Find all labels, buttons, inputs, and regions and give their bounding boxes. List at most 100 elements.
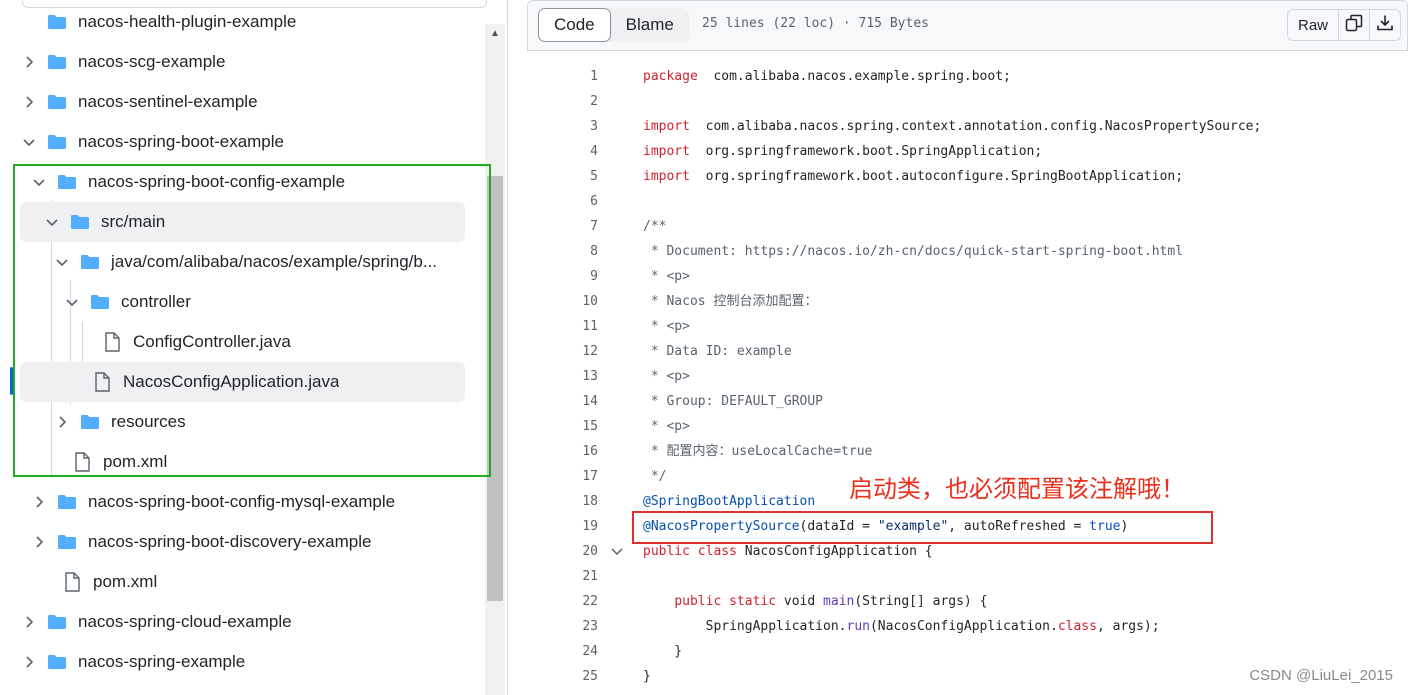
code-text: * <p> <box>643 264 690 289</box>
line-number[interactable]: 2 <box>527 89 598 114</box>
line-number[interactable]: 1 <box>527 64 598 89</box>
code-token: import <box>643 169 690 184</box>
line-number[interactable]: 9 <box>527 264 598 289</box>
line-number[interactable]: 14 <box>527 389 598 414</box>
tree-item-label: nacos-spring-boot-example <box>78 132 284 151</box>
code-token: , args); <box>1096 619 1160 634</box>
code-line: 5 import org.springframework.boot.autocon… <box>527 164 1408 189</box>
code-line: 15 * <p> <box>527 414 1408 439</box>
highlight-box-annotation <box>632 511 1213 544</box>
chevron-right-icon <box>20 96 38 108</box>
code-token: SpringApplication. <box>643 619 847 634</box>
code-token: (NacosConfigApplication. <box>869 619 1058 634</box>
tree-item-nacos-spring-boot-config-mysql-example[interactable]: nacos-spring-boot-config-mysql-example <box>30 486 465 518</box>
tree-item-label: nacos-spring-boot-config-mysql-example <box>88 492 396 511</box>
watermark: CSDN @LiuLei_2015 <box>1249 667 1393 684</box>
line-number[interactable]: 18 <box>527 489 598 514</box>
code-line: 23 SpringApplication.run(NacosConfigAppl… <box>527 614 1408 639</box>
line-number[interactable]: 22 <box>527 589 598 614</box>
tree-item-pom-xml[interactable]: pom.xml <box>53 566 465 598</box>
chevron-right-icon <box>20 616 38 628</box>
copy-raw-button[interactable] <box>1338 9 1370 41</box>
line-number[interactable]: 13 <box>527 364 598 389</box>
chevron-down-icon <box>20 137 38 147</box>
code-line: 8 * Document: https://nacos.io/zh-cn/doc… <box>527 239 1408 264</box>
code-token: * Nacos 控制台添加配置： <box>643 294 818 309</box>
line-number[interactable]: 10 <box>527 289 598 314</box>
chevron-right-icon <box>20 656 38 668</box>
code-text: public static void main(String[] args) { <box>643 589 987 614</box>
code-token: */ <box>643 469 667 484</box>
folder-icon <box>46 13 68 31</box>
tree-item-nacos-health-plugin-example[interactable]: nacos-health-plugin-example <box>20 6 465 38</box>
line-number[interactable]: 15 <box>527 414 598 439</box>
line-number[interactable]: 12 <box>527 339 598 364</box>
raw-button[interactable]: Raw <box>1286 9 1339 41</box>
code-text: * Nacos 控制台添加配置： <box>643 289 818 314</box>
line-number[interactable]: 6 <box>527 189 598 214</box>
tree-item-nacos-spring-cloud-example[interactable]: nacos-spring-cloud-example <box>20 606 465 638</box>
file-actions: Raw <box>1286 9 1401 41</box>
code-text: import com.alibaba.nacos.spring.context.… <box>643 114 1261 139</box>
code-line: 9 * <p> <box>527 264 1408 289</box>
code-token: run <box>846 619 870 634</box>
code-line: 2 <box>527 89 1408 114</box>
code-line: 22 public static void main(String[] args… <box>527 589 1408 614</box>
tree-item-nacos-sentinel-example[interactable]: nacos-sentinel-example <box>20 86 465 118</box>
code-token: void <box>776 594 824 609</box>
code-text: import org.springframework.boot.SpringAp… <box>643 139 1042 164</box>
code-text: */ <box>643 464 667 489</box>
code-text: SpringApplication.run(NacosConfigApplica… <box>643 614 1160 639</box>
line-number[interactable]: 11 <box>527 314 598 339</box>
code-line: 24 } <box>527 639 1408 664</box>
code-line: 14 * Group: DEFAULT_GROUP <box>527 389 1408 414</box>
folder-icon <box>46 53 68 71</box>
line-number[interactable]: 23 <box>527 614 598 639</box>
code-line: 10 * Nacos 控制台添加配置： <box>527 289 1408 314</box>
tree-item-nacos-spring-boot-example[interactable]: nacos-spring-boot-example <box>20 126 465 158</box>
view-mode-toggle: Code Blame <box>538 8 689 42</box>
tab-blame[interactable]: Blame <box>611 8 689 42</box>
file-meta-info: 25 lines (22 loc) · 715 Bytes <box>702 16 929 31</box>
code-token: /** <box>643 219 667 234</box>
tree-item-nacos-spring-boot-discovery-example[interactable]: nacos-spring-boot-discovery-example <box>30 526 465 558</box>
tree-item-label: nacos-spring-cloud-example <box>78 612 292 631</box>
line-number[interactable]: 19 <box>527 514 598 539</box>
line-number[interactable]: 4 <box>527 139 598 164</box>
folder-icon <box>56 493 78 511</box>
tree-item-nacos-spring-example[interactable]: nacos-spring-example <box>20 646 465 678</box>
code-token: static <box>729 594 777 609</box>
code-text: * <p> <box>643 414 690 439</box>
line-number[interactable]: 25 <box>527 664 598 689</box>
code-line: 1 package com.alibaba.nacos.example.sprin… <box>527 64 1408 89</box>
code-token: * <p> <box>643 269 690 284</box>
folder-icon <box>46 653 68 671</box>
line-number[interactable]: 21 <box>527 564 598 589</box>
annotation-note: 启动类，也必须配置该注解哦！ <box>849 475 1185 503</box>
tree-item-label: pom.xml <box>93 572 158 591</box>
code-text: } <box>643 664 651 689</box>
code-line: 4 import org.springframework.boot.SpringA… <box>527 139 1408 164</box>
code-token: package <box>643 69 698 84</box>
tree-item-nacos-scg-example[interactable]: nacos-scg-example <box>20 46 465 78</box>
scroll-up-arrow-icon[interactable]: ▲ <box>485 28 505 42</box>
line-number[interactable]: 16 <box>527 439 598 464</box>
line-number[interactable]: 20 <box>527 539 598 564</box>
code-token: * Data ID: example <box>643 344 792 359</box>
line-number[interactable]: 8 <box>527 239 598 264</box>
code-token: com.alibaba.nacos.spring.context.annotat… <box>689 119 1262 134</box>
line-number[interactable]: 7 <box>527 214 598 239</box>
line-number[interactable]: 3 <box>527 114 598 139</box>
code-text: * <p> <box>643 314 690 339</box>
line-number[interactable]: 17 <box>527 464 598 489</box>
tree-item-label: nacos-scg-example <box>78 52 226 71</box>
tab-code[interactable]: Code <box>538 8 611 42</box>
line-number[interactable]: 5 <box>527 164 598 189</box>
code-line: 12 * Data ID: example <box>527 339 1408 364</box>
line-number[interactable]: 24 <box>527 639 598 664</box>
code-line: 6 <box>527 189 1408 214</box>
download-button[interactable] <box>1369 9 1401 41</box>
